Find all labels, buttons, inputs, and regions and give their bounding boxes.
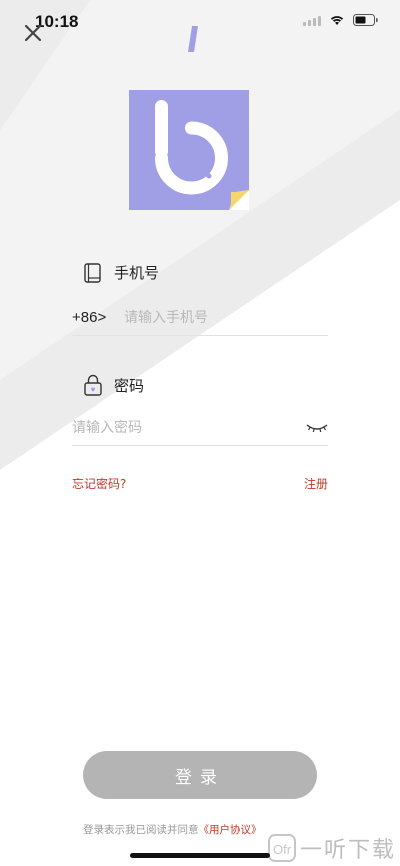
app-logo [129, 90, 249, 210]
home-indicator [130, 853, 270, 858]
wifi-icon [330, 16, 344, 25]
status-icons [303, 14, 378, 26]
watermark-text: 一听下载 [299, 838, 396, 863]
country-code[interactable]: +86> [72, 309, 124, 326]
accent-decoration [188, 26, 198, 52]
watermark: Ofr 一听下载 [267, 832, 396, 864]
password-label-row: 密码 [84, 374, 144, 396]
close-icon[interactable] [22, 22, 44, 44]
phone-input[interactable] [124, 302, 328, 333]
battery-icon [353, 14, 378, 26]
password-label: 密码 [114, 376, 145, 395]
login-button[interactable]: 登录 [83, 751, 317, 799]
agreement-text: 登录表示我已阅读并同意《用户协议》 [83, 822, 262, 837]
eye-closed-icon[interactable] [306, 421, 328, 435]
phone-label-row: 手机号 [84, 262, 159, 283]
watermark-logo-icon: Ofr [267, 834, 296, 862]
password-input[interactable] [72, 412, 306, 443]
phone-book-icon [84, 262, 101, 283]
register-link[interactable]: 注册 [304, 475, 328, 492]
user-agreement-link[interactable]: 《用户协议》 [199, 824, 262, 836]
forgot-password-link[interactable]: 忘记密码? [72, 475, 126, 492]
svg-text:Ofr: Ofr [273, 842, 292, 857]
agreement-prefix: 登录表示我已阅读并同意 [83, 824, 199, 836]
phone-input-row: +86> [72, 300, 328, 336]
status-bar: 10:18 [0, 0, 400, 44]
signal-icon [303, 14, 321, 26]
password-input-row [72, 410, 328, 446]
phone-label: 手机号 [114, 264, 160, 282]
lock-icon [84, 374, 102, 396]
